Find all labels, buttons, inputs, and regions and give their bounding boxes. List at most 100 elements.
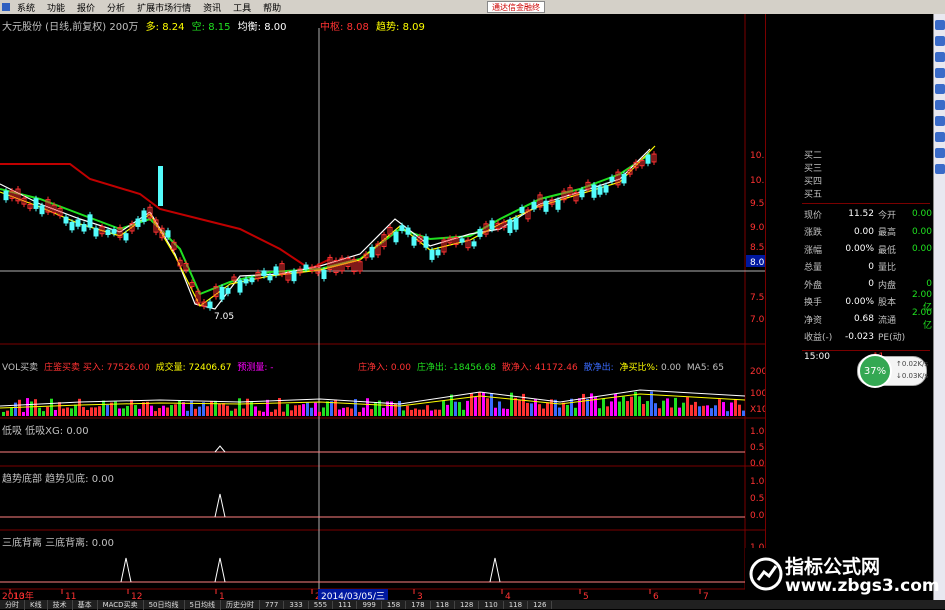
bottom-tab[interactable]: 777 (260, 600, 285, 609)
quote-value: 0.00% (845, 244, 874, 254)
price-tick-label: 7.00 (750, 315, 765, 325)
candle-body (531, 201, 537, 210)
volume-bar (722, 402, 725, 416)
bottom-tab[interactable]: 126 (528, 600, 553, 609)
menu-tools[interactable]: 工具 (229, 1, 259, 14)
bottom-tab[interactable]: 技术 (48, 599, 73, 610)
menu-news[interactable]: 资讯 (199, 1, 229, 14)
toolbar-icon[interactable] (935, 84, 945, 94)
volume-bar (498, 401, 501, 416)
zhuang-out-label: 庄净出: (416, 363, 447, 373)
toolbar-icon[interactable] (935, 132, 945, 142)
quote-value: 0.00% (845, 296, 874, 307)
volume-bar (202, 402, 205, 416)
volume-bar (466, 400, 469, 416)
volume-bar (662, 400, 665, 416)
qushi-value: 8.09 (402, 22, 425, 33)
bottom-tab[interactable]: 999 (357, 600, 382, 609)
deal-label: 成交量: (155, 363, 186, 373)
gauge-down-value: 0.03K/s (901, 372, 929, 380)
bottom-tab[interactable]: 158 (382, 600, 407, 609)
toolbar-icon[interactable] (935, 164, 945, 174)
chart-area[interactable]: 10.5010.009.509.008.508.057.507.008.0520… (0, 14, 779, 602)
news-tab[interactable]: 通达信金融终 (487, 1, 545, 13)
ma5-value: 65 (712, 363, 724, 373)
volume-bar (162, 405, 165, 416)
zhuang-in-value: 0.00 (390, 363, 411, 373)
volume-bar (362, 407, 365, 416)
bottom-tab[interactable]: 111 (333, 600, 358, 609)
menu-function[interactable]: 功能 (43, 1, 73, 14)
vol-header: VOL买卖 庄鉴买卖 买入: 77526.00 成交量: 72406.67 预测… (2, 360, 274, 373)
candle-body (273, 266, 279, 276)
candle-body (69, 221, 75, 231)
bottom-tab[interactable]: 基本 (73, 599, 98, 610)
divider (802, 203, 930, 204)
volume-bar (230, 410, 233, 416)
volume-bar (582, 393, 585, 416)
volume-bar (734, 399, 737, 416)
ma5-label: MA5: (686, 363, 710, 373)
volume-bar (158, 408, 161, 416)
volume-bar (574, 407, 577, 416)
net-ratio-label: 净买比%: (619, 363, 659, 373)
bottom-tab[interactable]: 50日均线 (144, 599, 185, 610)
bottom-tab[interactable]: 历史分时 (221, 599, 260, 610)
bottom-tab[interactable]: 118 (504, 600, 529, 609)
volume-bar (446, 404, 449, 416)
deal-value: 72406.67 (188, 363, 232, 373)
volume-bar (738, 404, 741, 416)
chart-canvas[interactable]: 10.5010.009.509.008.508.057.507.008.0520… (0, 14, 779, 602)
bottom-tab[interactable]: MACD买卖 (98, 599, 144, 610)
kline-header: 大元股份 (日线,前复权) 200万 多: 8.24 空: 8.15 均衡: 8… (2, 18, 286, 33)
bottom-tab[interactable]: K线 (25, 599, 48, 610)
volume-bar (398, 400, 401, 416)
volume-bar (310, 407, 313, 416)
toolbar-icon[interactable] (935, 116, 945, 126)
toolbar-icon[interactable] (935, 148, 945, 158)
menu-system[interactable]: 系统 (13, 1, 43, 14)
toolbar-icon[interactable] (935, 100, 945, 110)
volume-bar (438, 409, 441, 416)
toolbar-icon[interactable] (935, 36, 945, 46)
menu-analysis[interactable]: 分析 (103, 1, 133, 14)
volume-bar (222, 403, 225, 416)
quote-label: 内盘 (878, 280, 897, 291)
volume-bar (166, 407, 169, 416)
volume-bar (642, 403, 645, 416)
zhongqu-label: 中枢: (320, 22, 344, 33)
bottom-tab[interactable]: 128 (455, 600, 480, 609)
bottom-tab[interactable]: 分时 (0, 599, 25, 610)
toolbar-icon[interactable] (935, 52, 945, 62)
volume-bar (586, 399, 589, 416)
san-in-value: 41172.46 (534, 363, 578, 373)
watermark-title: 指标公式网 (785, 556, 881, 578)
candle-body (369, 246, 375, 258)
bottom-tab[interactable]: 178 (406, 600, 431, 609)
volume-bar (266, 399, 269, 416)
bottom-tab[interactable]: 118 (431, 600, 455, 609)
volume-bar (558, 407, 561, 416)
volume-bar (606, 406, 609, 416)
bottom-tab[interactable]: 555 (309, 600, 334, 609)
volume-bar (434, 409, 437, 416)
menu-help[interactable]: 帮助 (259, 1, 289, 14)
bottom-tab[interactable]: 5日均线 (185, 599, 221, 610)
volume-bar (62, 408, 65, 416)
menu-quote[interactable]: 报价 (73, 1, 103, 14)
toolbar-icon[interactable] (935, 68, 945, 78)
quote-value: 0.00 (911, 209, 932, 219)
menu-extended-market[interactable]: 扩展市场行情 (133, 1, 199, 14)
bottom-tab[interactable]: 110 (479, 600, 504, 609)
quote-label: 收益(-) (804, 333, 833, 343)
quote-label: 涨跌 (804, 228, 823, 238)
toolbar-icon[interactable] (935, 20, 945, 30)
bottom-tab[interactable]: 333 (284, 600, 309, 609)
volume-bar (486, 398, 489, 416)
volume-bar (194, 408, 197, 416)
time-label: 15:00 (804, 352, 830, 362)
volume-bar (422, 409, 425, 416)
candle-body (123, 233, 129, 241)
network-gauge[interactable]: 37% ↑0.02K/s ↓0.03K/s (857, 354, 929, 388)
candle-body (609, 176, 615, 182)
